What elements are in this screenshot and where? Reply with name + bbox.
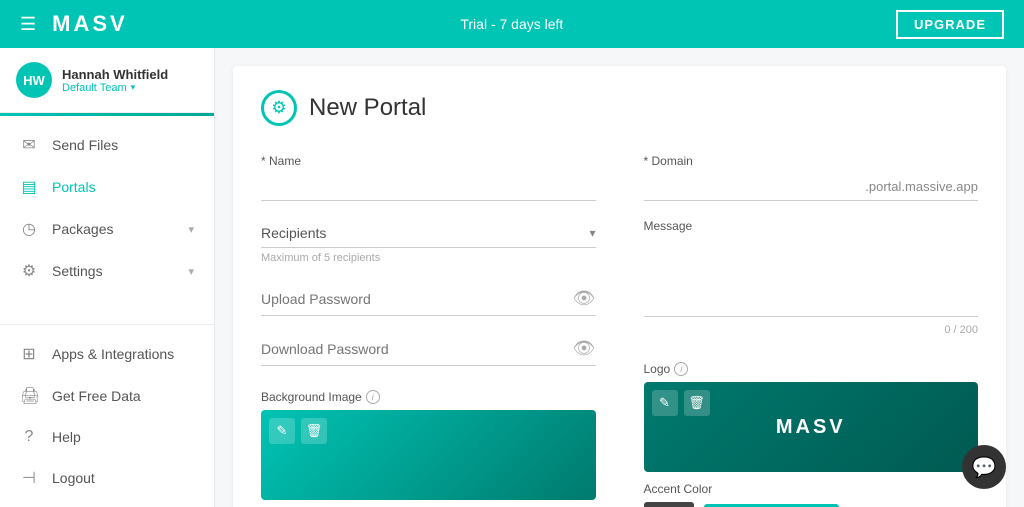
sample-button[interactable]: Sample Button bbox=[704, 504, 840, 507]
form-left-col: * Name Recipients ▾ Maximum of 5 recipie… bbox=[261, 154, 596, 507]
chat-bubble-button[interactable]: 💬 bbox=[962, 445, 1006, 489]
accent-row: Sample Button bbox=[644, 502, 979, 507]
sidebar-item-settings[interactable]: ⚙ Settings ▾ bbox=[0, 250, 214, 292]
portals-icon: ▤ bbox=[20, 177, 38, 197]
sidebar-nav: ✉ Send Files ▤ Portals ◷ Packages ▾ ⚙ Se… bbox=[0, 116, 214, 324]
download-password-input[interactable] bbox=[261, 341, 573, 357]
sidebar-bottom: ⊞ Apps & Integrations 🖨 Get Free Data ? … bbox=[0, 324, 214, 507]
chevron-down-icon: ▾ bbox=[131, 82, 136, 93]
hamburger-icon[interactable]: ☰ bbox=[20, 14, 36, 35]
logo: MASV bbox=[52, 11, 128, 37]
dropdown-arrow-icon: ▾ bbox=[589, 226, 595, 240]
top-nav: ☰ MASV Trial - 7 days left UPGRADE bbox=[0, 0, 1024, 48]
page-title: New Portal bbox=[309, 94, 426, 122]
user-info: Hannah Whitfield Default Team ▾ bbox=[62, 67, 198, 94]
sidebar-item-free-data[interactable]: 🖨 Get Free Data bbox=[0, 375, 214, 417]
accent-color-label: Accent Color bbox=[644, 482, 979, 496]
download-password-wrap: 👁 bbox=[261, 332, 596, 366]
sidebar-label-apps: Apps & Integrations bbox=[52, 346, 174, 362]
main-content: ⚙ New Portal * Name Recipients ▾ bbox=[215, 48, 1024, 507]
message-label: Message bbox=[644, 219, 979, 233]
sidebar-item-logout[interactable]: ⊣ Logout bbox=[0, 457, 214, 499]
avatar: HW bbox=[16, 62, 52, 98]
background-image-col: Background Image i ✎ 🗑 bbox=[261, 390, 596, 500]
logo-col: Logo i ✎ 🗑 MASV bbox=[644, 362, 979, 472]
upload-password-wrap: 👁 bbox=[261, 282, 596, 316]
page-header: ⚙ New Portal bbox=[261, 90, 978, 126]
upload-section: Background Image i ✎ 🗑 bbox=[261, 390, 596, 500]
logout-icon: ⊣ bbox=[20, 468, 38, 488]
envelope-icon: ✉ bbox=[20, 135, 38, 155]
recipients-field-group: Recipients ▾ Maximum of 5 recipients bbox=[261, 219, 596, 264]
trial-text: Trial - 7 days left bbox=[460, 16, 563, 32]
domain-label: * Domain bbox=[644, 154, 979, 168]
recipients-hint: Maximum of 5 recipients bbox=[261, 252, 596, 264]
nav-left: ☰ MASV bbox=[20, 11, 128, 37]
apps-icon: ⊞ bbox=[20, 344, 38, 364]
sidebar-label-packages: Packages bbox=[52, 221, 113, 237]
gear-icon: ⚙ bbox=[261, 90, 297, 126]
info-icon: i bbox=[366, 390, 380, 404]
help-icon: ? bbox=[20, 428, 38, 446]
sidebar-item-apps[interactable]: ⊞ Apps & Integrations bbox=[0, 333, 214, 375]
app-body: HW Hannah Whitfield Default Team ▾ ✉ Sen… bbox=[0, 48, 1024, 507]
sidebar-label-send-files: Send Files bbox=[52, 137, 118, 153]
upload-actions: ✎ 🗑 bbox=[269, 418, 327, 444]
name-field-group: * Name bbox=[261, 154, 596, 201]
eye-icon[interactable]: 👁 bbox=[573, 288, 596, 309]
recipients-select[interactable]: Recipients ▾ bbox=[261, 219, 596, 248]
edit-logo-button[interactable]: ✎ bbox=[652, 390, 678, 416]
chevron-down-icon: ▾ bbox=[188, 223, 194, 236]
logo-box[interactable]: ✎ 🗑 MASV bbox=[644, 382, 979, 472]
logo-preview: MASV bbox=[776, 416, 846, 439]
background-image-box[interactable]: ✎ 🗑 bbox=[261, 410, 596, 500]
packages-icon: ◷ bbox=[20, 219, 38, 239]
message-textarea[interactable] bbox=[644, 237, 979, 317]
chat-icon: 💬 bbox=[972, 455, 997, 480]
domain-input-wrap: .portal.massive.app bbox=[644, 172, 979, 201]
domain-input[interactable] bbox=[644, 178, 866, 194]
settings-icon: ⚙ bbox=[20, 261, 38, 281]
upgrade-button[interactable]: UPGRADE bbox=[896, 10, 1004, 39]
sidebar-label-logout: Logout bbox=[52, 470, 95, 486]
form-right-col: * Domain .portal.massive.app Message 0 /… bbox=[644, 154, 979, 507]
sidebar: HW Hannah Whitfield Default Team ▾ ✉ Sen… bbox=[0, 48, 215, 507]
sidebar-label-portals: Portals bbox=[52, 179, 96, 195]
delete-background-button[interactable]: 🗑 bbox=[301, 418, 327, 444]
sidebar-item-send-files[interactable]: ✉ Send Files bbox=[0, 124, 214, 166]
name-label: * Name bbox=[261, 154, 596, 168]
color-swatch[interactable] bbox=[644, 502, 694, 507]
char-count: 0 / 200 bbox=[644, 324, 979, 336]
chevron-down-icon: ▾ bbox=[188, 265, 194, 278]
user-section[interactable]: HW Hannah Whitfield Default Team ▾ bbox=[0, 48, 214, 113]
free-data-icon: 🖨 bbox=[20, 386, 38, 406]
domain-field-group: * Domain .portal.massive.app bbox=[644, 154, 979, 201]
content-card: ⚙ New Portal * Name Recipients ▾ bbox=[233, 66, 1006, 507]
name-input[interactable] bbox=[261, 172, 596, 201]
form-grid: * Name Recipients ▾ Maximum of 5 recipie… bbox=[261, 154, 978, 507]
delete-logo-button[interactable]: 🗑 bbox=[684, 390, 710, 416]
logo-upload-actions: ✎ 🗑 bbox=[652, 390, 710, 416]
background-image-label: Background Image i bbox=[261, 390, 596, 404]
message-field-group: Message 0 / 200 bbox=[644, 219, 979, 336]
recipients-label: Recipients bbox=[261, 225, 589, 241]
user-name: Hannah Whitfield bbox=[62, 67, 198, 82]
edit-background-button[interactable]: ✎ bbox=[269, 418, 295, 444]
eye-icon[interactable]: 👁 bbox=[573, 338, 596, 359]
domain-suffix: .portal.massive.app bbox=[865, 179, 978, 194]
accent-color-section: Accent Color Sample Button bbox=[644, 472, 979, 507]
upload-password-input[interactable] bbox=[261, 291, 573, 307]
sidebar-label-help: Help bbox=[52, 429, 81, 445]
sidebar-label-free-data: Get Free Data bbox=[52, 388, 141, 404]
sidebar-label-settings: Settings bbox=[52, 263, 103, 279]
logo-label: Logo i bbox=[644, 362, 979, 376]
info-icon: i bbox=[674, 362, 688, 376]
sidebar-item-packages[interactable]: ◷ Packages ▾ bbox=[0, 208, 214, 250]
user-team: Default Team ▾ bbox=[62, 82, 198, 94]
logo-section: Logo i ✎ 🗑 MASV bbox=[644, 362, 979, 472]
sidebar-item-portals[interactable]: ▤ Portals bbox=[0, 166, 214, 208]
textarea-wrap: 0 / 200 bbox=[644, 237, 979, 336]
sidebar-item-help[interactable]: ? Help bbox=[0, 417, 214, 457]
